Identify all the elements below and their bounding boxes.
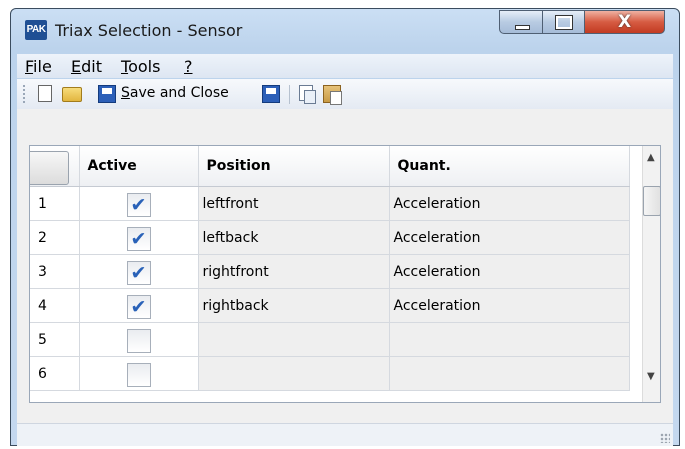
open-folder-icon[interactable] <box>62 87 82 102</box>
scroll-up-arrow-icon[interactable]: ▲ <box>647 152 655 163</box>
menu-help[interactable]: ? <box>184 57 193 76</box>
table-row[interactable]: 6 <box>30 356 630 391</box>
toolbar: Save and Close <box>17 79 673 110</box>
column-header-quant[interactable]: Quant. <box>389 146 630 187</box>
active-checkbox[interactable] <box>126 362 151 387</box>
column-header-active[interactable]: Active <box>79 146 199 187</box>
save-and-close-button[interactable]: Save and Close <box>121 85 229 101</box>
paste-icon[interactable] <box>323 85 342 105</box>
scroll-thumb[interactable] <box>643 186 660 216</box>
table-row[interactable]: 2 leftback Acceleration <box>30 220 630 255</box>
row-number[interactable]: 2 <box>30 220 80 255</box>
row-number[interactable]: 1 <box>30 186 80 221</box>
title-bar[interactable]: PAK Triax Selection - Sensor X <box>11 9 679 53</box>
minimize-button[interactable] <box>499 10 543 34</box>
position-cell[interactable] <box>198 356 390 391</box>
quant-cell[interactable] <box>389 356 630 391</box>
quant-cell[interactable]: Acceleration <box>389 220 630 255</box>
active-checkbox[interactable] <box>126 226 151 251</box>
menu-bar: File Edit Tools ? <box>17 54 673 78</box>
row-number[interactable]: 4 <box>30 288 80 323</box>
table-row[interactable]: 3 rightfront Acceleration <box>30 254 630 289</box>
active-checkbox[interactable] <box>126 294 151 319</box>
position-cell[interactable]: rightback <box>198 288 390 323</box>
resize-grip-icon[interactable] <box>660 433 670 443</box>
active-cell[interactable] <box>79 254 199 289</box>
active-checkbox[interactable] <box>126 260 151 285</box>
position-cell[interactable]: rightfront <box>198 254 390 289</box>
position-cell[interactable] <box>198 322 390 357</box>
toolbar-grip[interactable] <box>23 85 27 103</box>
table-row[interactable]: 4 rightback Acceleration <box>30 288 630 323</box>
quant-cell[interactable]: Acceleration <box>389 186 630 221</box>
pak-app-icon[interactable]: PAK <box>25 20 47 40</box>
close-icon: X <box>617 12 632 32</box>
menu-tools[interactable]: Tools <box>121 57 160 76</box>
active-cell[interactable] <box>79 186 199 221</box>
table-row[interactable]: 5 <box>30 322 630 357</box>
position-cell[interactable]: leftfront <box>198 186 390 221</box>
vertical-scrollbar[interactable]: ▲ ▼ <box>642 146 660 402</box>
sensor-grid[interactable]: Active Position Quant. 1 leftfront Accel… <box>29 145 661 403</box>
quant-cell[interactable]: Acceleration <box>389 288 630 323</box>
column-header-position[interactable]: Position <box>198 146 390 187</box>
quant-cell[interactable] <box>389 322 630 357</box>
select-all-header[interactable] <box>30 146 80 187</box>
select-all-button[interactable] <box>30 150 69 185</box>
table-row[interactable]: 1 leftfront Acceleration <box>30 186 630 221</box>
maximize-button[interactable] <box>543 10 585 34</box>
active-cell[interactable] <box>79 288 199 323</box>
window: PAK Triax Selection - Sensor X File Edit… <box>10 8 680 446</box>
scroll-down-arrow-icon[interactable]: ▼ <box>647 371 655 382</box>
copy-icon[interactable] <box>299 85 316 104</box>
new-document-icon[interactable] <box>38 85 52 102</box>
menu-file[interactable]: File <box>25 57 52 76</box>
quant-cell[interactable]: Acceleration <box>389 254 630 289</box>
active-cell[interactable] <box>79 322 199 357</box>
active-checkbox[interactable] <box>126 328 151 353</box>
position-cell[interactable]: leftback <box>198 220 390 255</box>
active-cell[interactable] <box>79 356 199 391</box>
row-number[interactable]: 6 <box>30 356 80 391</box>
menu-edit[interactable]: Edit <box>71 57 102 76</box>
row-number[interactable]: 3 <box>30 254 80 289</box>
header-row: Active Position Quant. <box>30 146 630 187</box>
window-title: Triax Selection - Sensor <box>55 21 243 40</box>
toolbar-separator <box>289 85 290 104</box>
close-button[interactable]: X <box>585 10 665 34</box>
active-cell[interactable] <box>79 220 199 255</box>
save-icon[interactable] <box>262 85 280 103</box>
status-bar <box>17 423 673 446</box>
active-checkbox[interactable] <box>126 192 151 217</box>
save-icon[interactable] <box>98 85 116 103</box>
row-number[interactable]: 5 <box>30 322 80 357</box>
sensor-table: Active Position Quant. 1 leftfront Accel… <box>30 146 630 391</box>
